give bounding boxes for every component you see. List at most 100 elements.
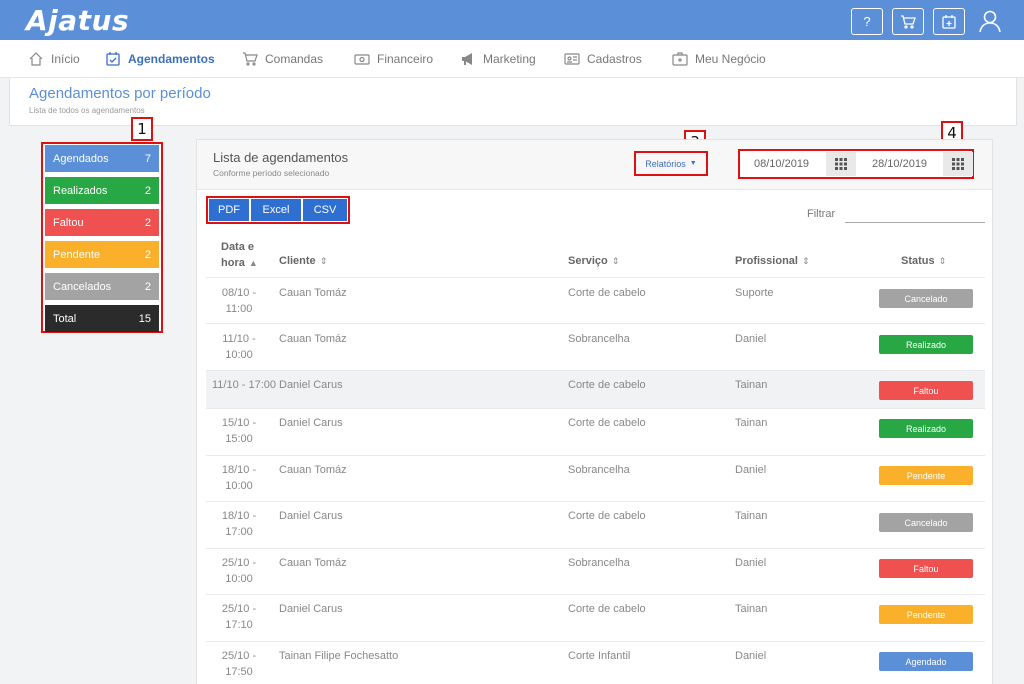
cell-client: Daniel Carus: [279, 603, 343, 615]
filter-label: Filtrar: [807, 208, 836, 220]
date-to-picker-button[interactable]: [943, 152, 973, 176]
cell-service: Corte de cabelo: [568, 379, 646, 391]
calendar-add-button[interactable]: [933, 8, 965, 35]
summary-agendados[interactable]: Agendados 7: [45, 145, 159, 172]
column-header-date-line1: Data e: [221, 241, 255, 253]
cell-date: 25/10 -10:00: [221, 557, 257, 585]
status-badge: Pendente: [879, 605, 973, 624]
cell-professional: Daniel: [735, 650, 767, 662]
summary-count: 15: [138, 312, 151, 325]
cell-professional: Daniel: [735, 557, 767, 569]
money-icon: [354, 54, 370, 65]
table-row[interactable]: 25/10 -10:00 Cauan Tomáz Sobrancelha Dan…: [206, 548, 985, 594]
table-row[interactable]: 08/10 -11:00 Cauan Tomáz Corte de cabelo…: [206, 277, 985, 323]
column-header-status-label: Status: [901, 255, 935, 267]
app-logo[interactable]: Ajatus: [26, 4, 129, 37]
cell-service: Corte de cabelo: [568, 417, 646, 429]
card-subtitle: Conforme período selecionado: [213, 168, 330, 178]
column-header-date[interactable]: Data e hora ▲: [221, 239, 258, 271]
export-buttons: PDF Excel CSV: [206, 196, 350, 224]
column-header-client[interactable]: Cliente ⇕: [279, 255, 327, 267]
help-icon: ?: [863, 14, 871, 29]
user-icon[interactable]: [977, 8, 1003, 34]
date-to-input[interactable]: 28/10/2019: [872, 152, 927, 176]
date-from-picker-button[interactable]: [826, 152, 856, 176]
nav-label: Agendamentos: [128, 52, 215, 66]
nav-item-financeiro[interactable]: Financeiro: [354, 51, 433, 67]
nav-item-agendamentos[interactable]: Agendamentos: [105, 51, 215, 67]
cell-date: 15/10 -15:00: [221, 417, 257, 445]
cell-service: Sobrancelha: [568, 557, 630, 569]
export-csv-button[interactable]: CSV: [303, 199, 347, 221]
calendar-check-icon: [106, 52, 120, 66]
date-from-input[interactable]: 08/10/2019: [754, 152, 809, 176]
summary-label: Pendente: [53, 248, 101, 261]
cell-professional: Tainan: [735, 510, 768, 522]
card-title: Lista de agendamentos: [213, 150, 349, 165]
nav-label: Início: [51, 52, 80, 66]
cell-client: Cauan Tomáz: [279, 287, 347, 299]
export-excel-button[interactable]: Excel: [251, 199, 301, 221]
cell-professional: Tainan: [735, 603, 768, 615]
column-header-status[interactable]: Status ⇕: [901, 255, 946, 267]
table-row[interactable]: 11/10 -10:00 Cauan Tomáz Sobrancelha Dan…: [206, 323, 985, 370]
cell-service: Corte de cabelo: [568, 510, 646, 522]
nav-label: Financeiro: [377, 52, 434, 66]
sort-icon: ⇕: [319, 256, 328, 266]
column-header-service-label: Serviço: [568, 255, 608, 267]
table-row[interactable]: 18/10 -17:00 Daniel Carus Corte de cabel…: [206, 501, 985, 548]
cell-client: Daniel Carus: [279, 417, 343, 429]
cell-service: Sobrancelha: [568, 464, 630, 476]
cell-date: 25/10 -17:10: [221, 603, 257, 631]
nav-item-marketing[interactable]: Marketing: [460, 51, 536, 67]
column-header-service[interactable]: Serviço ⇕: [568, 255, 619, 267]
top-bar: Ajatus ?: [0, 0, 1024, 40]
table-row[interactable]: 25/10 -17:10 Daniel Carus Corte de cabel…: [206, 594, 985, 641]
cart-button[interactable]: [892, 8, 924, 35]
table-row[interactable]: 25/10 -17:50 Tainan Filipe Fochesatto Co…: [206, 641, 985, 684]
summary-count: 7: [144, 152, 151, 165]
cell-professional: Suporte: [735, 287, 774, 299]
summary-label: Cancelados: [53, 280, 112, 293]
summary-pendente[interactable]: Pendente 2: [45, 241, 159, 268]
summary-faltou[interactable]: Faltou 2: [45, 209, 159, 236]
sort-icon: ⇕: [938, 256, 947, 266]
reports-label: Relatórios: [645, 158, 686, 169]
cell-professional: Tainan: [735, 417, 768, 429]
summary-label: Agendados: [53, 152, 109, 165]
summary-cancelados[interactable]: Cancelados 2: [45, 273, 159, 300]
nav-label: Cadastros: [587, 52, 642, 66]
cell-client: Daniel Carus: [279, 379, 343, 391]
nav-item-cadastros[interactable]: Cadastros: [564, 51, 642, 67]
filter-input[interactable]: [845, 205, 985, 223]
status-badge: Cancelado: [879, 289, 973, 308]
cell-client: Daniel Carus: [279, 510, 343, 522]
help-button[interactable]: ?: [851, 8, 883, 35]
sort-icon: ⇕: [801, 256, 810, 266]
status-badge: Faltou: [879, 381, 973, 400]
export-pdf-button[interactable]: PDF: [209, 199, 249, 221]
status-badge: Realizado: [879, 335, 973, 354]
reports-dropdown[interactable]: Relatórios ▼: [634, 151, 708, 176]
summary-realizados[interactable]: Realizados 2: [45, 177, 159, 204]
date-range-picker: 08/10/2019 28/10/2019: [738, 149, 974, 179]
summary-label: Faltou: [53, 216, 84, 229]
nav-label: Meu Negócio: [695, 52, 766, 66]
column-header-date-line2: hora: [221, 257, 245, 269]
nav-item-meu-negocio[interactable]: Meu Negócio: [672, 51, 766, 67]
column-header-professional[interactable]: Profissional ⇕: [735, 255, 810, 267]
column-header-professional-label: Profissional: [735, 255, 798, 267]
nav-label: Comandas: [265, 52, 324, 66]
status-badge: Agendado: [879, 652, 973, 671]
nav-item-comandas[interactable]: Comandas: [242, 51, 323, 67]
card-header: Lista de agendamentos Conforme período s…: [197, 140, 992, 190]
page-header: Agendamentos por período Lista de todos …: [9, 78, 1017, 126]
appointments-card: Lista de agendamentos Conforme período s…: [196, 139, 993, 684]
table-row[interactable]: 15/10 -15:00 Daniel Carus Corte de cabel…: [206, 408, 985, 455]
table-row[interactable]: 18/10 -10:00 Cauan Tomáz Sobrancelha Dan…: [206, 455, 985, 501]
summary-total: Total 15: [45, 305, 159, 332]
table-row[interactable]: 11/10 - 17:00 Daniel Carus Corte de cabe…: [206, 370, 985, 408]
nav-item-inicio[interactable]: Início: [28, 51, 80, 67]
cell-professional: Daniel: [735, 464, 767, 476]
status-badge: Cancelado: [879, 513, 973, 532]
